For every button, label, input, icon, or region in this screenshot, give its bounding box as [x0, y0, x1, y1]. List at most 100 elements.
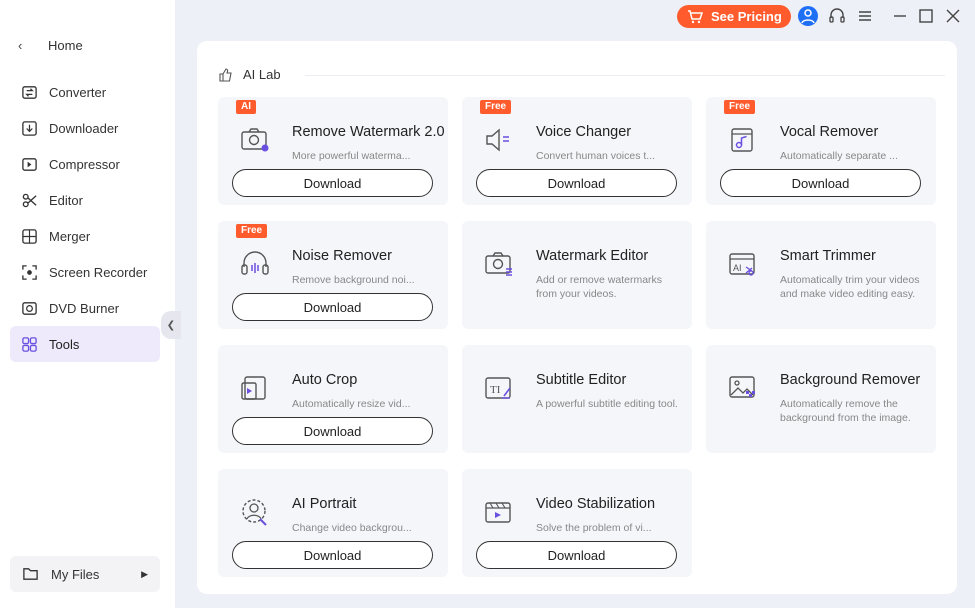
free-badge: Free: [480, 100, 512, 114]
collapse-sidebar-button[interactable]: ❮: [161, 311, 181, 339]
tool-title: Background Remover: [780, 372, 921, 388]
tools-grid-icon: [20, 335, 38, 353]
section-title-label: AI Lab: [243, 67, 281, 82]
auto-crop-icon: [238, 371, 272, 405]
download-button[interactable]: Download: [232, 541, 433, 569]
tool-card-smart-trimmer[interactable]: AI Smart Trimmer Automatically trim your…: [706, 221, 936, 329]
cart-icon: [687, 9, 704, 24]
tool-card-vocal-remover[interactable]: Free Vocal Remover Automatically separat…: [706, 97, 936, 205]
headphones-icon: [238, 247, 272, 281]
user-avatar-icon[interactable]: [798, 6, 818, 26]
tool-description: A powerful subtitle editing tool.: [536, 398, 678, 410]
tool-title: Vocal Remover: [780, 124, 879, 140]
sidebar-item-label: Converter: [49, 84, 107, 100]
download-button[interactable]: Download: [232, 169, 433, 197]
camera-ai-icon: [238, 123, 272, 157]
tool-title: Watermark Editor: [536, 248, 649, 264]
dvd-icon: [20, 299, 38, 317]
downloader-icon: [20, 119, 38, 137]
download-button[interactable]: Download: [476, 541, 677, 569]
download-button[interactable]: Download: [476, 169, 677, 197]
sidebar-item-merger[interactable]: Merger: [10, 218, 160, 254]
converter-icon: [20, 83, 38, 101]
sidebar-item-downloader[interactable]: Downloader: [10, 110, 160, 146]
tool-title: Video Stabilization: [536, 496, 656, 512]
portrait-icon: [238, 495, 272, 529]
ai-lab-panel: AI Lab AI Remove Watermark 2.0 More powe…: [197, 41, 957, 594]
svg-text:TI: TI: [490, 384, 501, 396]
compressor-icon: [20, 155, 38, 173]
image-remove-icon: [726, 371, 760, 405]
tool-title: Smart Trimmer: [780, 248, 876, 264]
stabilization-icon: [482, 495, 516, 529]
free-badge: Free: [236, 224, 268, 238]
tool-description: Automatically remove the background from…: [780, 398, 911, 424]
tool-description: Solve the problem of vi...: [536, 522, 652, 534]
sidebar-item-compressor[interactable]: Compressor: [10, 146, 160, 182]
sidebar-item-editor[interactable]: Editor: [10, 182, 160, 218]
thumbs-up-icon: [219, 67, 233, 82]
tool-description: Automatically resize vid...: [292, 398, 411, 410]
screen-recorder-icon: [20, 263, 38, 281]
scissors-icon: [20, 191, 38, 209]
camera-edit-icon: [482, 247, 516, 281]
sidebar-item-converter[interactable]: Converter: [10, 74, 160, 110]
download-button[interactable]: Download: [232, 293, 433, 321]
chevron-left-icon: ‹: [18, 38, 23, 53]
music-note-icon: [726, 123, 760, 157]
merger-icon: [20, 227, 38, 245]
sidebar-item-label: Tools: [49, 336, 80, 352]
tool-card-auto-crop[interactable]: Auto Crop Automatically resize vid... Do…: [218, 345, 448, 453]
tool-description: Convert human voices t...: [536, 150, 656, 162]
section-title: AI Lab: [219, 67, 281, 82]
download-button[interactable]: Download: [720, 169, 921, 197]
sidebar-item-tools[interactable]: Tools: [10, 326, 160, 362]
sidebar-item-label: Downloader: [49, 120, 119, 136]
tool-description: Remove background noi...: [292, 274, 415, 286]
sidebar-item-label: Editor: [49, 192, 83, 208]
sidebar-item-screen-recorder[interactable]: Screen Recorder: [10, 254, 160, 290]
tool-title: Auto Crop: [292, 372, 358, 388]
tool-card-ai-portrait[interactable]: AI Portrait Change video backgrou... Dow…: [218, 469, 448, 577]
tool-card-video-stabilization[interactable]: Video Stabilization Solve the problem of…: [462, 469, 692, 577]
free-badge: Free: [724, 100, 756, 114]
tool-card-background-remover[interactable]: Background Remover Automatically remove …: [706, 345, 936, 453]
sidebar-item-dvd-burner[interactable]: DVD Burner: [10, 290, 160, 326]
tool-description: More powerful waterma...: [292, 150, 411, 162]
tool-title: Subtitle Editor: [536, 372, 627, 388]
home-link[interactable]: ‹ Home: [18, 38, 83, 53]
tool-card-voice-changer[interactable]: Free Voice Changer Convert human voices …: [462, 97, 692, 205]
section-divider: [305, 75, 945, 76]
svg-text:AI: AI: [733, 263, 742, 273]
tool-title: Voice Changer: [536, 124, 632, 140]
subtitle-icon: TI: [482, 371, 516, 405]
tool-card-subtitle-editor[interactable]: TI Subtitle Editor A powerful subtitle e…: [462, 345, 692, 453]
caret-right-icon: ▶: [141, 568, 148, 579]
tool-title: Remove Watermark 2.0: [292, 124, 445, 140]
sidebar-item-label: DVD Burner: [49, 300, 120, 316]
tool-title: AI Portrait: [292, 496, 357, 512]
tool-card-watermark-editor[interactable]: Watermark Editor Add or remove watermark…: [462, 221, 692, 329]
tool-description: Automatically separate ...: [780, 150, 898, 162]
speaker-icon: [482, 123, 516, 157]
headset-icon[interactable]: [827, 6, 847, 26]
my-files-button[interactable]: My Files ▶: [10, 556, 160, 592]
home-label: Home: [48, 38, 83, 53]
maximize-icon[interactable]: [916, 6, 936, 26]
download-button[interactable]: Download: [232, 417, 433, 445]
see-pricing-button[interactable]: See Pricing: [677, 5, 791, 28]
ai-badge: AI: [236, 100, 256, 114]
sidebar-item-label: Screen Recorder: [49, 264, 148, 280]
close-icon[interactable]: [943, 6, 963, 26]
sidebar-item-label: Merger: [49, 228, 91, 244]
sidebar-item-label: Compressor: [49, 156, 120, 172]
my-files-label: My Files: [51, 566, 100, 582]
tool-card-noise-remover[interactable]: Free Noise Remover Remove background noi…: [218, 221, 448, 329]
chevron-left-icon: ❮: [166, 319, 176, 331]
minimize-icon[interactable]: [890, 6, 910, 26]
sidebar-nav: Converter Downloader Compressor Editor M…: [10, 74, 160, 362]
tool-title: Noise Remover: [292, 248, 392, 264]
tool-card-remove-watermark[interactable]: AI Remove Watermark 2.0 More powerful wa…: [218, 97, 448, 205]
sidebar: ‹ Home Converter Downloader Compressor E…: [0, 0, 175, 608]
menu-icon[interactable]: [855, 6, 875, 26]
